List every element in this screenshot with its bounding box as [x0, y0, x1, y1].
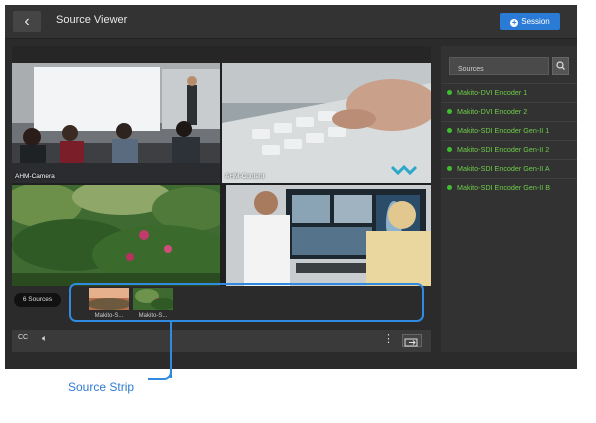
volume-button[interactable]: 🔈︎	[42, 333, 47, 344]
volume-icon: 🔈︎	[42, 333, 48, 343]
status-dot-icon	[447, 109, 452, 114]
search-icon	[556, 61, 565, 70]
grid-header-strip	[12, 46, 431, 63]
source-list-item[interactable]: Makito-SDI Encoder Gen-II A	[441, 159, 577, 178]
keyboard-video-frame	[222, 63, 431, 183]
source-list: Makito-DVI Encoder 1 Makito-DVI Encoder …	[441, 83, 577, 197]
video-tile[interactable]: AHM-Content	[222, 63, 431, 183]
source-name: Makito-SDI Encoder Gen-II 1	[457, 126, 550, 135]
source-name: Makito-SDI Encoder Gen-II A	[457, 164, 550, 173]
source-name: Makito-SDI Encoder Gen-II B	[457, 183, 551, 192]
sources-search-field[interactable]	[449, 57, 549, 78]
back-button[interactable]: ‹	[13, 11, 41, 32]
source-strip-callout-box	[69, 283, 424, 322]
video-tile[interactable]	[226, 185, 431, 286]
source-list-item[interactable]: Makito-SDI Encoder Gen-II 1	[441, 121, 577, 140]
status-dot-icon	[447, 147, 452, 152]
status-dot-icon	[447, 128, 452, 133]
session-button-label: Session	[521, 17, 550, 26]
video-tile[interactable]	[12, 185, 220, 286]
source-count-badge: 6 Sources	[14, 293, 61, 307]
tile-label: AHM-Content	[225, 173, 265, 180]
source-name: Makito-SDI Encoder Gen-II 2	[457, 145, 550, 154]
more-options-button[interactable]: ⋮	[383, 332, 394, 345]
source-list-item[interactable]: Makito-DVI Encoder 1	[441, 83, 577, 102]
source-name: Makito-DVI Encoder 2	[457, 107, 528, 116]
add-session-button[interactable]: + Session	[500, 13, 560, 30]
sources-search-input[interactable]	[450, 61, 548, 78]
video-tile[interactable]: AHM-Camera	[12, 63, 220, 183]
source-list-item[interactable]: Makito-SDI Encoder Gen-II 2	[441, 140, 577, 159]
chevron-left-icon: ‹	[24, 13, 30, 30]
classroom-video-frame	[12, 63, 220, 183]
plus-circle-icon: +	[510, 18, 519, 27]
callout-label: Source Strip	[68, 380, 135, 394]
status-dot-icon	[447, 185, 452, 190]
status-dot-icon	[447, 166, 452, 171]
exit-view-button[interactable]	[402, 334, 422, 347]
source-list-item[interactable]: Makito-SDI Encoder Gen-II B	[441, 178, 577, 197]
player-controls: CC 🔈︎ ⋮	[12, 330, 431, 352]
page-title: Source Viewer	[56, 14, 128, 26]
status-dot-icon	[447, 90, 452, 95]
top-bar: ‹ Source Viewer + Session	[5, 5, 577, 39]
source-list-item[interactable]: Makito-DVI Encoder 2	[441, 102, 577, 121]
video-grid: AHM-Camera AHM-Content	[12, 46, 431, 286]
medical-video-frame	[226, 185, 431, 286]
search-button[interactable]	[552, 57, 569, 75]
source-name: Makito-DVI Encoder 1	[457, 88, 528, 97]
tile-label: AHM-Camera	[15, 173, 55, 180]
sources-sidebar: Makito-DVI Encoder 1 Makito-DVI Encoder …	[441, 46, 577, 352]
more-vertical-icon: ⋮	[383, 333, 394, 345]
callout-connector-elbow	[148, 368, 172, 380]
forest-video-frame	[12, 185, 220, 286]
closed-captions-button[interactable]: CC	[18, 334, 28, 341]
exit-view-icon	[404, 338, 418, 347]
